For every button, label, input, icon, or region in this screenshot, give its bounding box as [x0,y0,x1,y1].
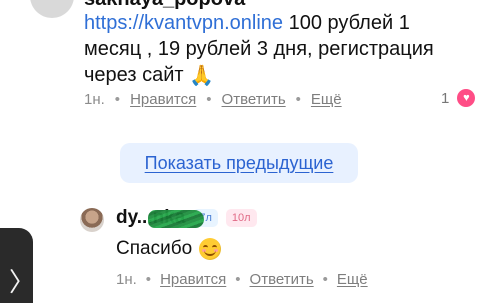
like-action[interactable]: Нравится [160,271,226,288]
time-label: 1н. [116,271,137,288]
time-label: 1н. [84,91,105,108]
meta-separator: • [206,91,212,108]
reply-action[interactable]: Ответить [222,91,286,108]
meta-separator: • [235,271,241,288]
comment-text-body: Спасибо [116,238,193,259]
show-previous-button[interactable]: Показать предыдущие [120,143,358,183]
side-panel-tab[interactable]: 〉 [0,228,36,303]
top-comment: sakhaya_popova https://kvantvpn.online 1… [0,0,500,120]
heart-icon: ♥ [457,89,476,107]
avatar[interactable] [30,0,74,18]
smiling-face-icon [199,238,222,260]
more-action[interactable]: Ещё [337,271,368,288]
reply-action[interactable]: Ответить [250,271,314,288]
username[interactable]: dy...nka [116,207,204,229]
meta-separator: • [295,91,301,108]
smile-mouth-icon-part [204,248,217,256]
likes-summary[interactable]: 1 ♥ [441,89,476,107]
comment-meta-row: 1н. • Нравится • Ответить • Ещё [116,271,368,288]
name-row: dy...nka 7л 10л [116,207,257,229]
more-action[interactable]: Ещё [311,91,342,108]
comment-meta-row: 1н. • Нравится • Ответить • Ещё [84,91,342,108]
like-action[interactable]: Нравится [130,91,196,108]
scribble-overlay [148,210,204,228]
comment-text: Спасибо [116,238,222,260]
comment-link[interactable]: https://kvantvpn.online [84,12,283,34]
show-previous-label: Показать предыдущие [144,152,334,173]
chevron-right-icon: 〉 [9,267,36,297]
level-badge-pink: 10л [225,209,257,227]
meta-separator: • [114,91,121,108]
meta-separator: • [145,271,152,288]
praying-hands-emoji: 🙏 [189,65,214,87]
meta-separator: • [322,271,328,288]
likes-count: 1 [441,89,450,107]
comment-text: https://kvantvpn.online 100 рублей 1 мес… [84,10,464,88]
avatar[interactable] [80,208,104,232]
